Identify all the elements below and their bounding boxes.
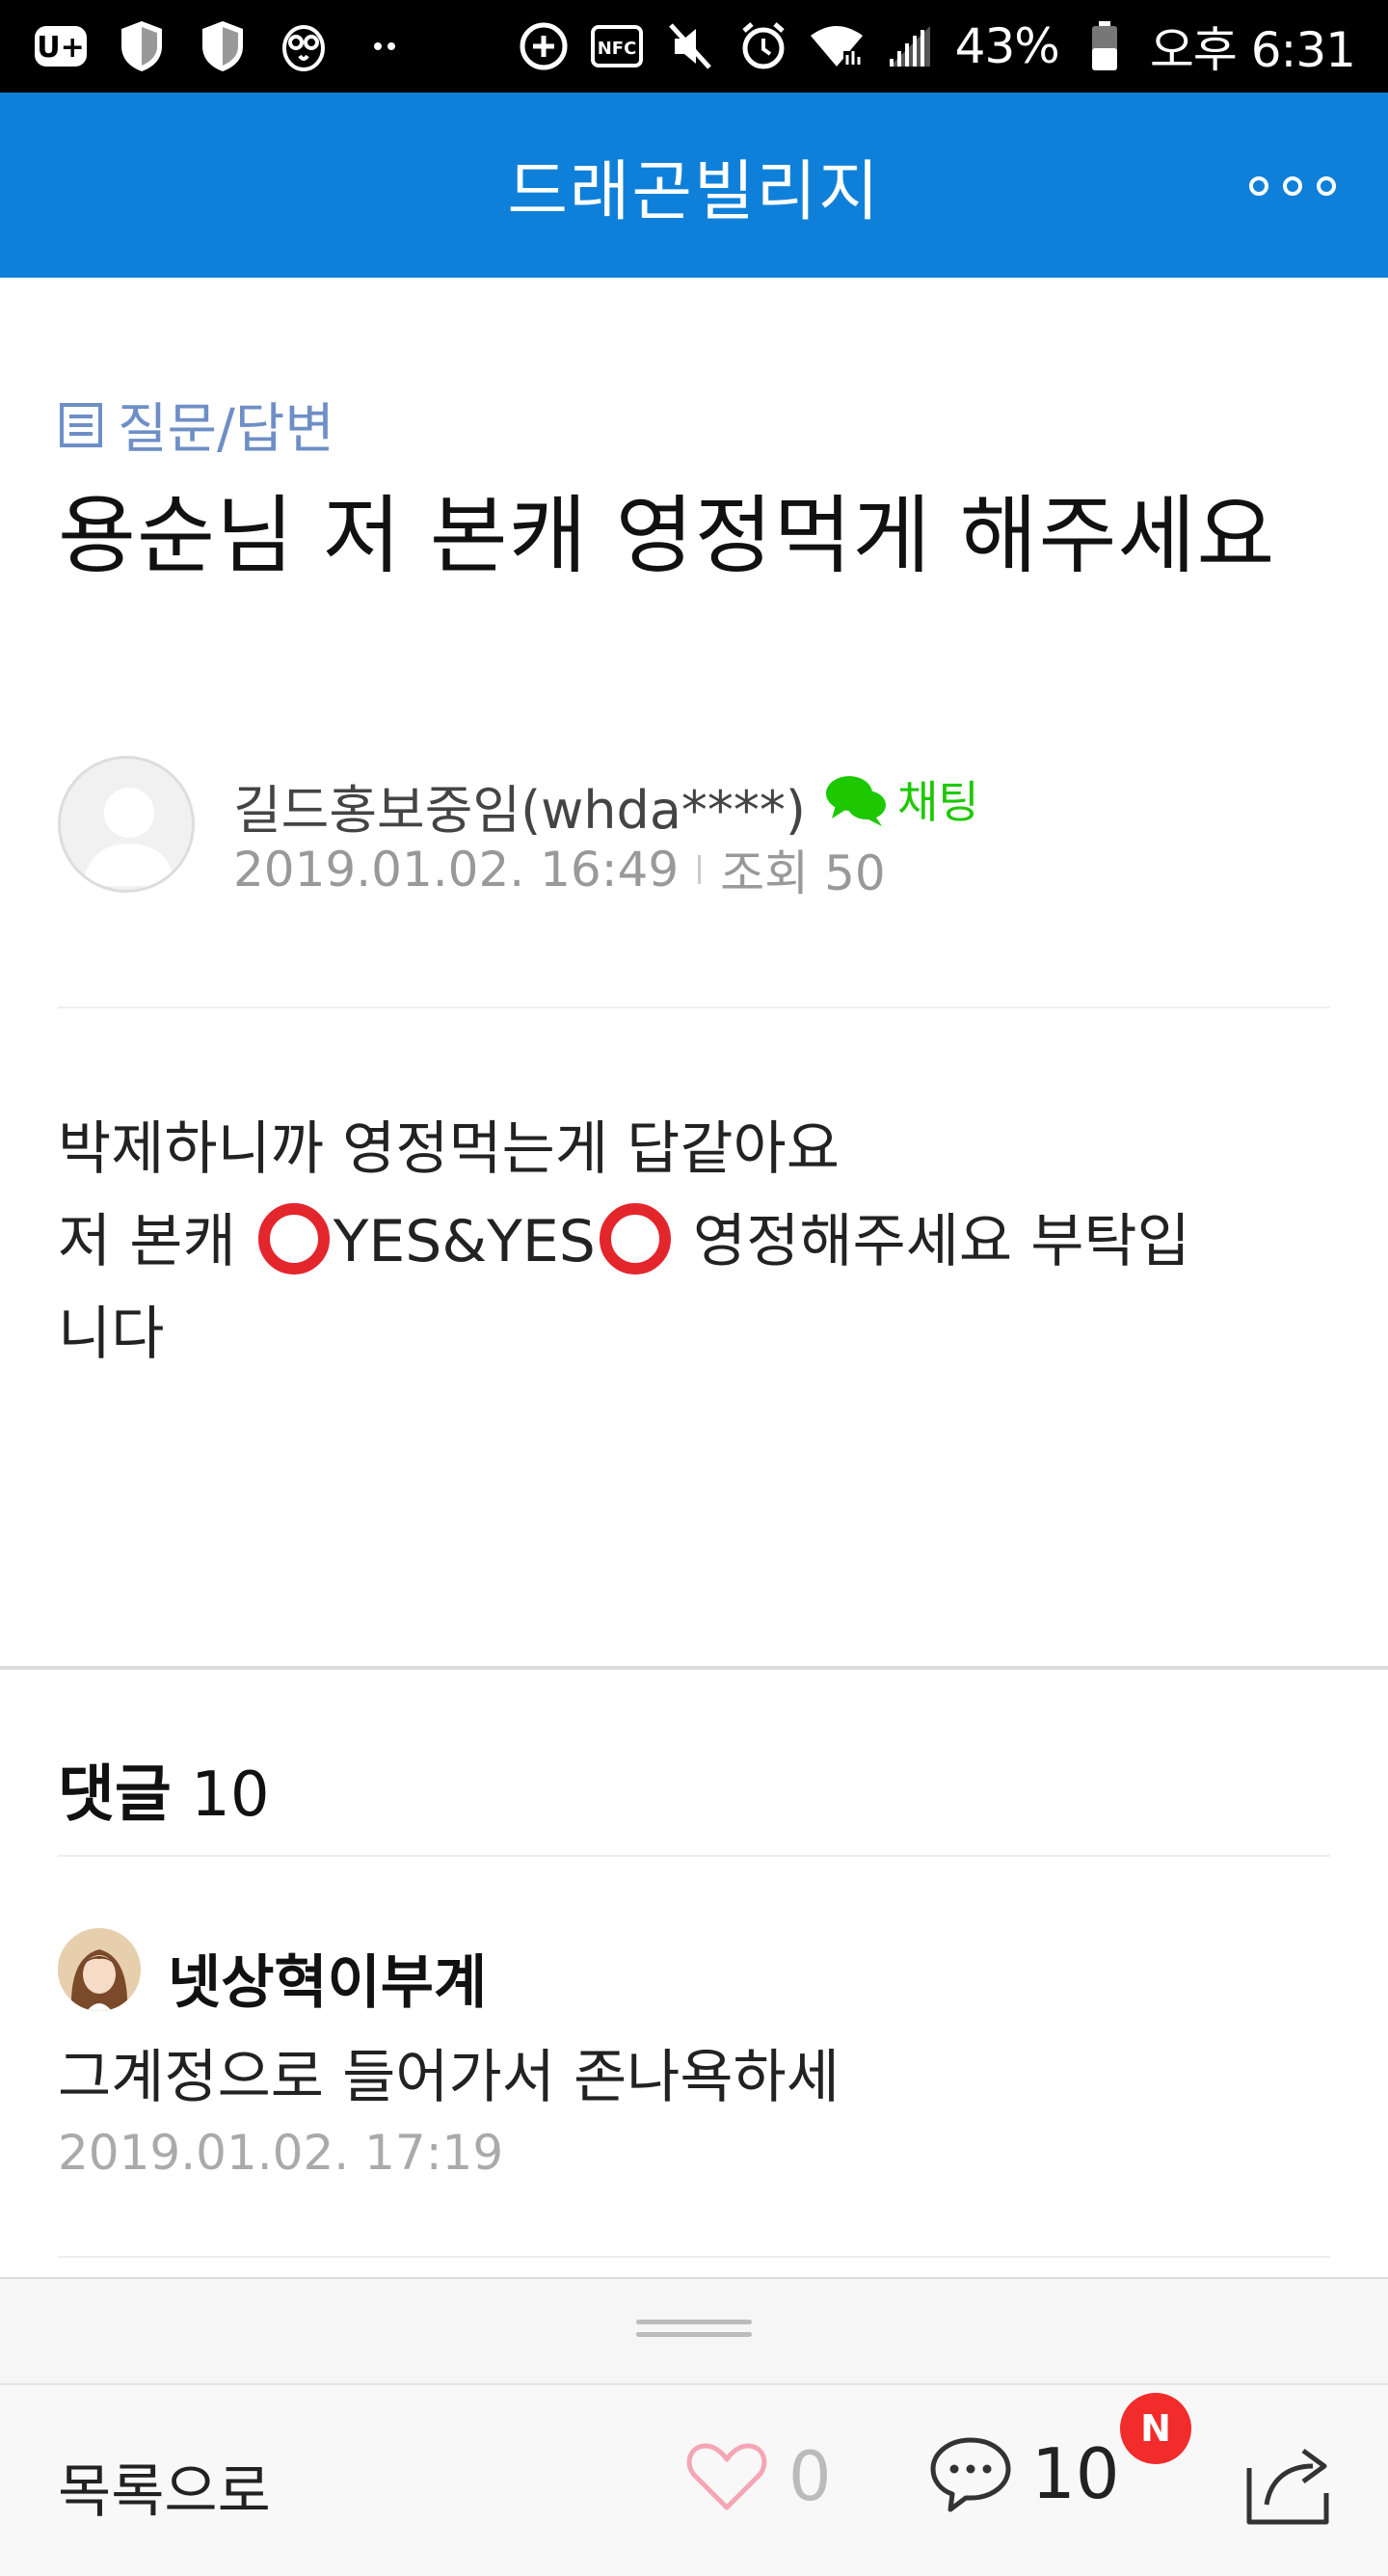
board-icon (60, 402, 102, 447)
avatar[interactable] (58, 756, 195, 893)
author-name[interactable]: 길드홍보중임(whda****) (233, 767, 806, 844)
section-divider (0, 1666, 1388, 1670)
battery-icon (1077, 18, 1133, 74)
new-badge: N (1120, 2393, 1191, 2464)
comments-count: 10 (191, 1759, 270, 1831)
back-to-list-button[interactable]: 목록으로 (58, 2445, 271, 2529)
more-icon (1283, 176, 1302, 196)
data-saver-icon (516, 18, 572, 74)
u-plus-icon: U+ (33, 18, 89, 74)
clock: 오후 6:31 (1149, 22, 1356, 78)
like-count: 0 (788, 2437, 832, 2516)
chat-button[interactable]: 채팅 (824, 767, 979, 831)
post-meta: 2019.01.02. 16:49 조회 50 (233, 835, 886, 904)
status-bar: U+ NFC 43% 오후 6:31 (0, 0, 1388, 93)
category-label: 질문/답변 (118, 398, 334, 461)
comments-label: 댓글 (58, 1759, 172, 1831)
post-body-text: 저 본캐 (58, 1208, 254, 1275)
more-icon (1249, 176, 1268, 196)
divider (58, 1855, 1330, 1857)
owl-icon (276, 18, 332, 74)
app-title[interactable]: 드래곤빌리지 (507, 138, 880, 233)
comment-author[interactable]: 넷상혁이부계 (168, 1936, 487, 2020)
chat-label: 채팅 (897, 776, 979, 828)
comment-bubble-icon (930, 2437, 1011, 2512)
status-bar-right: NFC 43% 오후 6:31 (516, 12, 1356, 81)
comments-header: 댓글 10 (58, 1745, 270, 1834)
post-body-line: 니다 (58, 1301, 165, 1368)
comment-count: 10 (1031, 2433, 1120, 2514)
comment-date: 2019.01.02. 17:19 (58, 2125, 504, 2181)
author-info: 길드홍보중임(whda****) 채팅 2019.01.02. 16:49 조회… (58, 756, 1330, 901)
post-title: 용순님 저 본캐 영정먹게 해주세요 (58, 486, 1276, 585)
like-button[interactable]: 0 (686, 2437, 832, 2516)
nfc-icon: NFC (589, 18, 645, 74)
status-bar-left: U+ (33, 18, 413, 74)
more-options-button[interactable] (1249, 152, 1336, 220)
shield-icon (114, 18, 170, 74)
comments-button[interactable]: 10 (929, 2433, 1120, 2514)
more-icon (1317, 176, 1336, 196)
app-header: 드래곤빌리지 (0, 93, 1388, 278)
share-button[interactable] (1243, 2437, 1336, 2530)
shield-icon (195, 18, 251, 74)
post-body-text: 영정해주세요 부탁입 (674, 1208, 1190, 1275)
bottom-toolbar: 목록으로 0 10 N (0, 2385, 1388, 2576)
divider (58, 2256, 1330, 2258)
dots-icon (357, 18, 413, 74)
heart-icon (686, 2443, 767, 2510)
alarm-icon (735, 18, 791, 74)
post-date: 2019.01.02. 16:49 (233, 842, 680, 898)
post-body-text: YES&YES (333, 1208, 596, 1275)
divider (58, 1006, 1330, 1008)
comment-text: 그계정으로 들어가서 존나욕하세 (58, 2044, 840, 2111)
post-body-line: 박제하니까 영정먹는게 답같아요 (58, 1115, 840, 1183)
share-icon (1246, 2448, 1329, 2525)
red-circle-emoji-icon (257, 1203, 330, 1275)
category-link[interactable]: 질문/답변 (58, 386, 334, 464)
wifi-icon (809, 18, 865, 74)
post-body-line: 저 본캐 YES&YES 영정해주세요 부탁입 (58, 1195, 1330, 1288)
view-count: 조회 50 (720, 845, 886, 901)
drawer-handle[interactable] (636, 2320, 752, 2339)
default-avatar-icon (82, 788, 176, 886)
svg-text:U+: U+ (37, 31, 85, 65)
red-circle-emoji-icon (599, 1203, 671, 1275)
meta-separator (698, 855, 702, 884)
mute-icon (662, 18, 718, 74)
profile-photo-icon (58, 1928, 141, 2011)
svg-text:NFC: NFC (597, 39, 636, 59)
avatar[interactable] (58, 1928, 141, 2011)
battery-percent: 43% (954, 18, 1060, 74)
post-body: 박제하니까 영정먹는게 답같아요 저 본캐 YES&YES 영정해주세요 부탁입… (58, 1103, 1330, 1381)
comment-drawer (0, 2277, 1388, 2385)
signal-icon (882, 18, 938, 74)
chat-icon (826, 776, 886, 826)
